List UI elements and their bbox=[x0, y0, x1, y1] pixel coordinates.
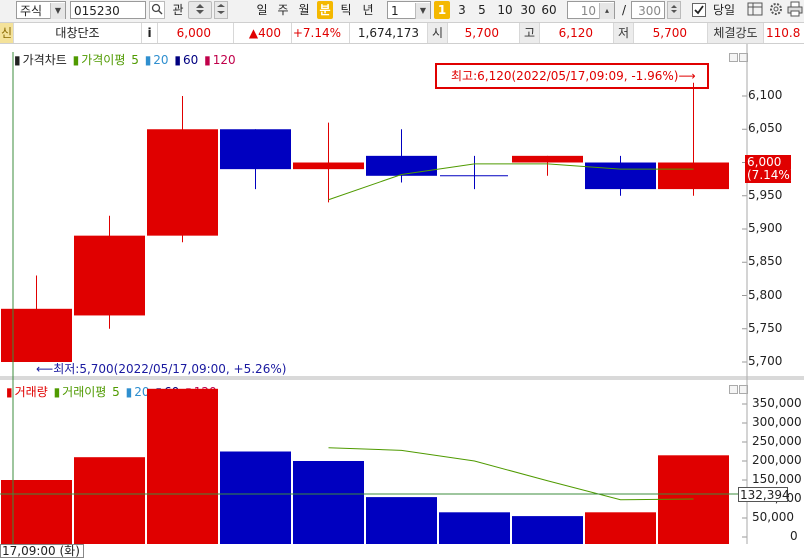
grid-settings-button[interactable] bbox=[746, 1, 764, 19]
open-label: 시 bbox=[428, 23, 448, 43]
volume-current-tag: 132,394 bbox=[738, 487, 790, 502]
total-count-input[interactable]: 300 bbox=[631, 1, 665, 19]
price-change-pct: +7.14% bbox=[292, 23, 350, 43]
current-price: 6,000 bbox=[158, 23, 234, 43]
open-value: 5,700 bbox=[448, 23, 520, 43]
toolbar: 주식 ▼ 015230 관 일 주 월 분 틱 년 1 ▼ 1 3 5 10 3… bbox=[0, 0, 804, 23]
low-annotation: ⟵최저:5,700(2022/05/17,09:00, +5.26%) bbox=[36, 362, 287, 376]
high-annotation: 최고:6,120(2022/05/17,09:09, -1.96%)⟶ bbox=[451, 69, 696, 83]
price-change: ▲400 bbox=[234, 23, 292, 43]
current-price-tag-pct: (7.14%) bbox=[747, 168, 795, 182]
spin-icon: ▴ bbox=[599, 3, 614, 19]
stock-code-value: 015230 bbox=[74, 4, 120, 18]
candle-body bbox=[585, 162, 656, 190]
volume-bar bbox=[1, 480, 72, 544]
volume-bar bbox=[147, 388, 218, 544]
period-year[interactable]: 년 bbox=[359, 1, 377, 19]
total-spin-button[interactable] bbox=[667, 1, 681, 19]
print-button[interactable] bbox=[786, 1, 804, 19]
period-week[interactable]: 주 bbox=[275, 1, 291, 19]
high-value: 6,120 bbox=[540, 23, 614, 43]
low-value: 5,700 bbox=[634, 23, 708, 43]
gear-icon bbox=[770, 3, 782, 15]
spin-icon bbox=[671, 5, 677, 13]
volume-ma5-line bbox=[328, 447, 694, 501]
candle-body bbox=[220, 129, 291, 170]
chevron-down-icon: ▼ bbox=[50, 3, 65, 19]
interval-select[interactable]: 1 ▼ bbox=[387, 1, 431, 19]
candle-body bbox=[512, 155, 583, 163]
table-icon bbox=[747, 2, 763, 16]
printer-icon bbox=[787, 1, 803, 17]
interval-button-1[interactable]: 1 bbox=[434, 1, 450, 19]
today-checkbox-label: 당일 bbox=[712, 3, 736, 17]
time-axis-label: 17,09:00 (화) bbox=[0, 544, 84, 558]
strength-label: 체결강도 bbox=[708, 23, 764, 43]
high-label: 고 bbox=[520, 23, 540, 43]
volume-ma-line bbox=[328, 447, 694, 501]
candle-body bbox=[1, 308, 72, 362]
chevron-down-icon: ▼ bbox=[415, 3, 430, 19]
market-select-value: 주식 bbox=[20, 4, 43, 18]
interval-button-10[interactable]: 10 bbox=[494, 1, 516, 19]
spin-icon bbox=[217, 4, 225, 14]
candle-body bbox=[74, 235, 145, 316]
volume-bar bbox=[293, 461, 364, 544]
volume-bars bbox=[1, 388, 747, 544]
interval-button-30[interactable]: 30 bbox=[517, 1, 539, 19]
count-input[interactable]: 10 ▴ bbox=[567, 1, 615, 19]
period-minute[interactable]: 분 bbox=[317, 1, 333, 19]
scroll-toggle-button[interactable] bbox=[188, 1, 212, 19]
trade-volume: 1,674,173 bbox=[350, 23, 428, 43]
chart-canvas[interactable] bbox=[0, 44, 804, 558]
volume-bar bbox=[439, 512, 510, 544]
volume-bar bbox=[585, 512, 656, 544]
period-month[interactable]: 월 bbox=[296, 1, 312, 19]
candle-body bbox=[293, 162, 364, 170]
interval-button-3[interactable]: 3 bbox=[454, 1, 470, 19]
volume-bar bbox=[366, 497, 437, 544]
spin-button[interactable] bbox=[214, 1, 228, 19]
chart-area[interactable]: ▮가격차트 ▮가격이평 5 ▮20 ▮60 ▮120 6,1006,0506,0… bbox=[0, 44, 804, 558]
info-button[interactable]: i bbox=[142, 23, 158, 43]
low-label: 저 bbox=[614, 23, 634, 43]
strength-value: 110.8 bbox=[766, 26, 801, 40]
period-tick[interactable]: 틱 bbox=[338, 1, 354, 19]
interval-button-60[interactable]: 60 bbox=[538, 1, 560, 19]
stock-name: 대창단조 bbox=[14, 23, 142, 43]
check-icon bbox=[694, 5, 704, 15]
search-button[interactable] bbox=[149, 1, 165, 19]
quote-bar: 신 대창단조 i 6,000 ▲400 +7.14% 1,674,173 시 5… bbox=[0, 23, 804, 44]
price-candles bbox=[1, 82, 729, 362]
current-price-tag: 6,000 (7.14%) bbox=[745, 155, 795, 183]
volume-bar bbox=[512, 516, 583, 544]
candle-body bbox=[658, 162, 729, 190]
interval-select-value: 1 bbox=[391, 4, 399, 18]
period-day[interactable]: 일 bbox=[254, 1, 270, 19]
candle-body bbox=[366, 155, 437, 176]
candle-body bbox=[147, 129, 218, 236]
count-separator: / bbox=[621, 3, 627, 17]
volume-bar bbox=[220, 451, 291, 544]
volume-bar bbox=[74, 457, 145, 544]
search-icon bbox=[151, 3, 163, 15]
stock-code-input[interactable]: 015230 bbox=[70, 1, 146, 19]
up-down-icon bbox=[196, 4, 204, 14]
interval-button-5[interactable]: 5 bbox=[474, 1, 490, 19]
watchlist-button[interactable]: 관 bbox=[169, 1, 187, 19]
count-input-value: 10 bbox=[580, 4, 596, 18]
market-select[interactable]: 주식 ▼ bbox=[16, 1, 66, 19]
price-grid bbox=[742, 95, 747, 363]
credit-tag: 신 bbox=[0, 23, 14, 43]
total-count-value: 300 bbox=[638, 4, 661, 18]
settings-button[interactable] bbox=[767, 1, 785, 19]
today-checkbox[interactable] bbox=[692, 3, 706, 17]
